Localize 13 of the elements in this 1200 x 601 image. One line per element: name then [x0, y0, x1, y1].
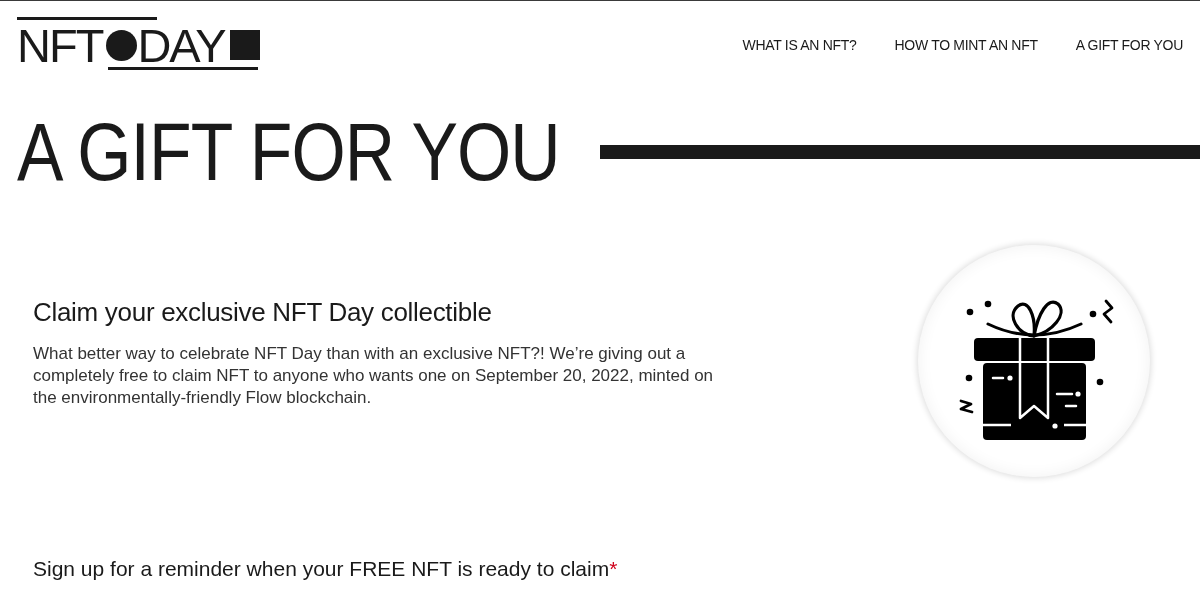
description-text: What better way to celebrate NFT Day than with an exclusive NFT?! We’re giving out a completely free to claim NFT to anyone who wants one on September 20, 2022, minted on the environmentally-friendly Flow blockchain.: [33, 342, 715, 409]
signup-label: Sign up for a reminder when your FREE NFT is ready to claim: [33, 556, 610, 580]
logo-circle-icon: [106, 30, 138, 61]
logo-square-icon: [229, 30, 260, 60]
section-heading: Claim your exclusive NFT Day collectible: [33, 296, 493, 328]
logo[interactable]: NFT DAY: [17, 17, 260, 70]
logo-text: NFT: [17, 27, 103, 65]
page-title: A GIFT FOR YOU: [17, 111, 560, 193]
nav-link[interactable]: HOW TO MINT AN NFT: [894, 37, 1038, 54]
nav-link[interactable]: A GIFT FOR YOU: [1075, 37, 1183, 54]
logo-text: DAY: [137, 27, 225, 65]
required-mark: *: [609, 556, 618, 580]
nav-link[interactable]: WHAT IS AN NFT?: [742, 37, 857, 54]
